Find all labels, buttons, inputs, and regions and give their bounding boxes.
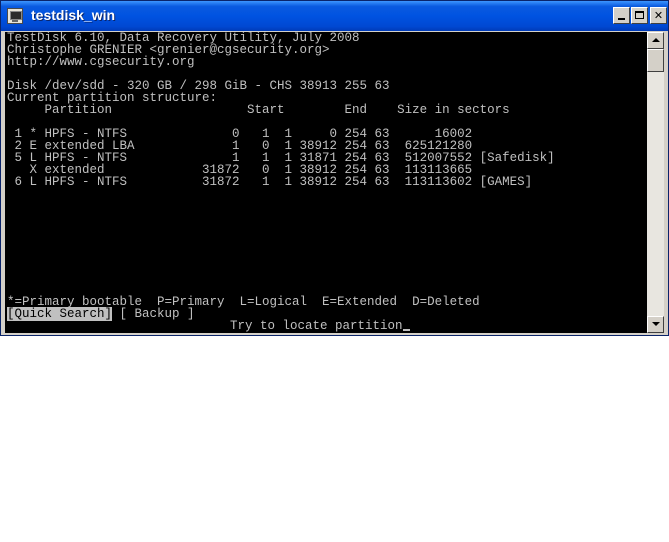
backup-option[interactable]: [ Backup ] <box>112 307 195 321</box>
minimize-button[interactable] <box>613 7 630 24</box>
scroll-up-arrow-icon[interactable] <box>647 32 664 49</box>
vertical-scrollbar[interactable] <box>647 32 664 333</box>
close-button[interactable]: ✕ <box>650 7 667 24</box>
hint-text: Try to locate partition <box>230 319 403 333</box>
partition-column-header: Partition Start End Size in sectors <box>7 103 510 117</box>
quick-search-option[interactable]: [Quick Search] <box>7 307 113 321</box>
menu-line: [Quick Search] [ Backup ] <box>7 307 195 321</box>
maximize-button[interactable] <box>631 7 648 24</box>
maximize-icon <box>635 11 644 19</box>
scroll-down-arrow-icon[interactable] <box>647 316 664 333</box>
hint-line: Try to locate partition <box>230 320 410 332</box>
close-icon: ✕ <box>653 9 664 22</box>
title-bar[interactable]: testdisk_win ✕ <box>1 1 668 31</box>
window-title: testdisk_win <box>31 7 116 23</box>
header-url-line: http://www.cgsecurity.org <box>7 55 195 69</box>
minimize-icon <box>618 18 625 20</box>
console-app-icon[interactable] <box>7 8 23 24</box>
terminal-output[interactable]: TestDisk 6.10, Data Recovery Utility, Ju… <box>5 32 647 333</box>
text-cursor <box>402 329 410 331</box>
console-window: testdisk_win ✕ TestDisk 6.10, Data Recov… <box>0 0 669 336</box>
partition-row: 6 L HPFS - NTFS 31872 1 1 38912 254 63 1… <box>7 175 533 189</box>
scroll-thumb[interactable] <box>647 49 664 72</box>
